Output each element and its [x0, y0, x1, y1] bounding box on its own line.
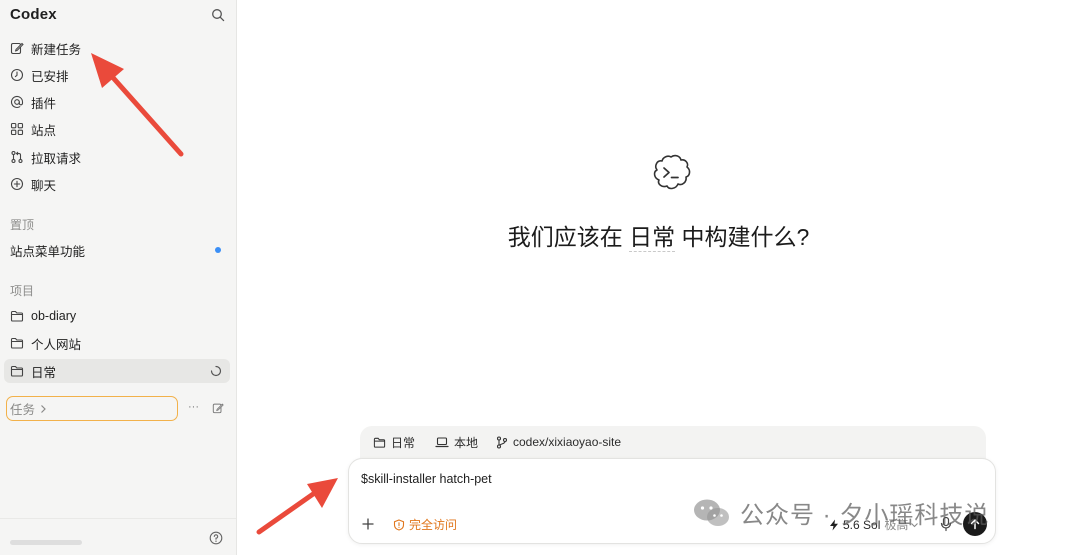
grid-icon [10, 122, 24, 136]
pull-request-icon [11, 150, 23, 164]
divider [0, 518, 236, 519]
nav-plugins[interactable]: 插件 [4, 90, 230, 114]
headline-post: 中构建什么? [675, 224, 810, 250]
section-projects: 项目 [10, 284, 35, 298]
folder-icon [10, 310, 24, 322]
section-pinned: 置顶 [10, 218, 35, 232]
nav-label: 站点 [31, 123, 57, 138]
nav-new-task[interactable]: 新建任务 [4, 36, 230, 60]
folder-icon [373, 437, 386, 448]
nav-label: 拉取请求 [31, 151, 82, 166]
folder-icon [10, 365, 24, 377]
page-headline: 我们应该在 日常 中构建什么? [237, 218, 1080, 252]
nav-chat[interactable]: 聊天 [4, 172, 230, 196]
context-location-label: 本地 [454, 435, 479, 450]
project-item[interactable]: ob-diary [4, 304, 230, 328]
chevron-right-icon [41, 404, 46, 413]
folder-icon [10, 337, 24, 349]
unread-dot [215, 247, 221, 253]
git-branch-icon [496, 435, 508, 449]
app-title: Codex [10, 6, 57, 23]
headline-pre: 我们应该在 [507, 224, 630, 250]
tasks-toggle[interactable]: 任务 [6, 396, 178, 421]
laptop-icon [435, 436, 449, 447]
plus-circle-icon [10, 177, 24, 191]
nav-label: 聊天 [31, 178, 57, 193]
project-label: 日常 [31, 365, 57, 380]
project-item[interactable]: 个人网站 [4, 331, 230, 355]
watermark: 公众号 · 夕小瑶科技说 [692, 495, 989, 530]
context-location[interactable]: 本地 [435, 434, 478, 450]
project-selector[interactable]: 日常 [629, 224, 676, 252]
context-project-label: 日常 [391, 435, 416, 450]
loading-spinner-icon [210, 365, 222, 377]
plus-icon[interactable] [361, 517, 375, 531]
access-mode-selector[interactable]: 完全访问 [393, 516, 457, 533]
project-item-active[interactable]: 日常 [4, 359, 230, 383]
nav-label: 新建任务 [31, 42, 82, 57]
user-account[interactable] [10, 540, 82, 545]
edit-icon[interactable] [212, 402, 224, 414]
main-area: 我们应该在 日常 中构建什么? 日常 本地 codex/xixiaoyao-si… [237, 0, 1080, 555]
prompt-input[interactable]: $skill-installer hatch-pet [361, 472, 492, 486]
project-label: 个人网站 [31, 337, 82, 352]
search-icon[interactable] [211, 8, 225, 22]
project-label: ob-diary [31, 309, 77, 323]
sidebar: Codex 新建任务 已安排 插件 站点 拉取请求 聊天 置顶 站点菜单功能 项… [0, 0, 237, 555]
help-icon[interactable] [209, 531, 223, 545]
codex-logo-icon [653, 154, 691, 190]
nav-sites[interactable]: 站点 [4, 117, 230, 141]
context-branch[interactable]: codex/xixiaoyao-site [496, 434, 621, 450]
tasks-label: 任务 [10, 403, 36, 417]
access-label: 完全访问 [409, 518, 458, 532]
nav-scheduled[interactable]: 已安排 [4, 63, 230, 87]
watermark-text: 公众号 · 夕小瑶科技说 [740, 502, 990, 529]
at-icon [10, 95, 24, 108]
nav-label: 已安排 [31, 69, 69, 84]
more-icon[interactable]: ··· [188, 401, 199, 413]
nav-pull-requests[interactable]: 拉取请求 [4, 145, 230, 169]
pinned-item-label: 站点菜单功能 [10, 244, 86, 259]
wechat-icon [694, 499, 729, 526]
pinned-item[interactable]: 站点菜单功能 [4, 238, 230, 262]
edit-icon [10, 42, 24, 55]
context-branch-label: codex/xixiaoyao-site [513, 435, 622, 449]
nav-label: 插件 [31, 96, 57, 111]
clock-icon [10, 68, 24, 82]
context-project[interactable]: 日常 [373, 434, 415, 450]
warning-shield-icon [393, 518, 405, 531]
